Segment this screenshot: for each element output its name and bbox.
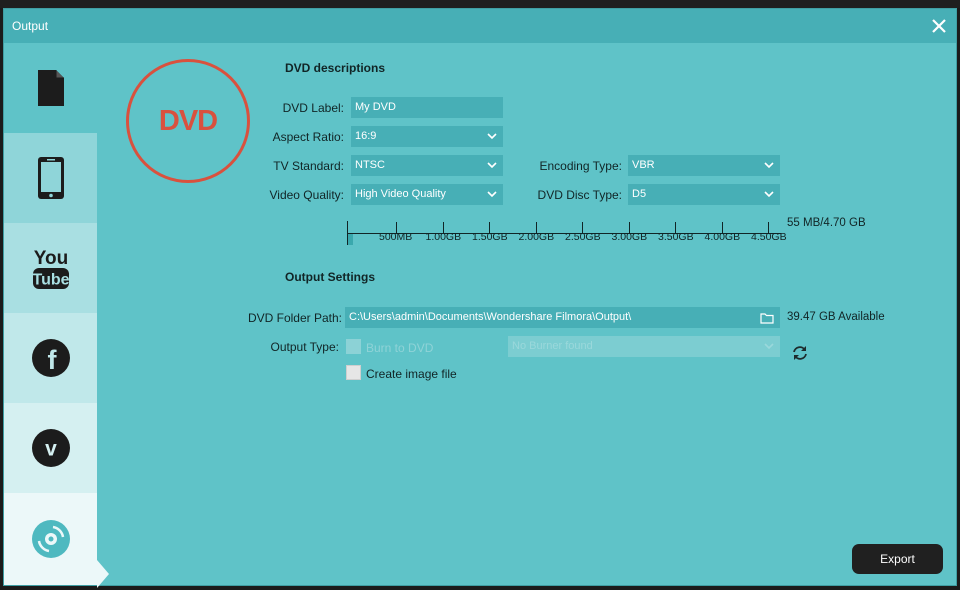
dvd-badge: DVD — [126, 59, 250, 183]
gauge-tick-label: 2.00GB — [518, 231, 555, 243]
video-quality-select[interactable]: High Video Quality — [351, 184, 503, 205]
tv-standard-value: NTSC — [355, 159, 385, 171]
encoding-type-value: VBR — [632, 159, 655, 171]
disc-capacity-gauge: 500MB 1.00GB 1.50GB 2.00GB 2.50GB 3.00GB 3.50G… — [347, 219, 787, 245]
burn-to-dvd-checkbox[interactable] — [346, 339, 361, 354]
dvd-label-label: DVD Label: — [282, 101, 344, 115]
phone-icon — [37, 157, 64, 199]
burner-select[interactable]: No Burner found — [508, 336, 780, 357]
chevron-down-icon — [487, 133, 497, 140]
window-title: Output — [12, 19, 49, 33]
close-icon — [932, 19, 946, 33]
dvd-label-input[interactable] — [351, 97, 503, 118]
burn-to-dvd-label: Burn to DVD — [366, 341, 434, 355]
chevron-down-icon — [487, 162, 497, 169]
vimeo-icon: v — [31, 429, 70, 467]
svg-text:f: f — [47, 345, 57, 375]
browse-folder-button[interactable] — [760, 311, 774, 324]
tv-standard-select[interactable]: NTSC — [351, 155, 503, 176]
gauge-tick-label: 2.50GB — [565, 231, 601, 243]
youtube-icon: You Tube — [32, 248, 69, 289]
dvd-disc-type-value: D5 — [632, 188, 647, 200]
aspect-ratio-select[interactable]: 16:9 — [351, 126, 503, 147]
folder-path-value: C:\Users\admin\Documents\Wondershare Fil… — [349, 311, 632, 323]
sidebar-item-format[interactable] — [4, 43, 97, 133]
create-image-file-label: Create image file — [366, 367, 457, 381]
svg-text:v: v — [45, 438, 57, 461]
facebook-icon: f — [31, 339, 70, 377]
gauge-tick-label: 4.00GB — [704, 231, 741, 243]
encoding-type-label: Encoding Type: — [539, 159, 622, 173]
available-space: 39.47 GB Available — [787, 311, 885, 323]
folder-path-field[interactable]: C:\Users\admin\Documents\Wondershare Fil… — [345, 307, 780, 328]
window-top-strip — [0, 0, 960, 8]
gauge-tick-label: 1.00GB — [425, 231, 462, 243]
gauge-tick-label: 3.00GB — [611, 231, 648, 243]
folder-path-label: DVD Folder Path: — [247, 311, 342, 325]
chevron-down-icon — [764, 191, 774, 198]
dvd-descriptions-heading: DVD descriptions — [285, 61, 386, 75]
folder-icon — [760, 313, 774, 324]
gauge-tick-label: 500MB — [379, 231, 413, 243]
close-button[interactable] — [928, 15, 950, 37]
video-quality-value: High Video Quality — [355, 188, 446, 200]
output-type-label: Output Type: — [270, 340, 340, 354]
svg-text:Tube: Tube — [32, 272, 69, 289]
sidebar-item-youtube[interactable]: You Tube — [4, 223, 97, 313]
sidebar-item-facebook[interactable]: f — [4, 313, 97, 403]
active-indicator-arrow — [97, 560, 109, 588]
export-button[interactable]: Export — [852, 544, 943, 574]
capacity-summary: 55 MB/4.70 GB — [787, 217, 866, 229]
document-icon — [37, 70, 64, 106]
format-sidebar: You Tube f v — [4, 43, 109, 588]
output-window: Output You Tube f v DVD DVD descriptions… — [3, 8, 957, 588]
burner-value: No Burner found — [512, 340, 593, 352]
output-settings-heading: Output Settings — [285, 270, 375, 284]
chevron-down-icon — [487, 191, 497, 198]
dvd-badge-text: DVD — [158, 104, 218, 137]
title-bar: Output — [4, 9, 956, 43]
refresh-burners-button[interactable] — [792, 345, 808, 361]
gauge-tick-label: 4.50GB — [751, 231, 787, 243]
aspect-ratio-value: 16:9 — [355, 130, 377, 142]
create-image-file-checkbox[interactable] — [346, 365, 361, 380]
video-quality-label: Video Quality: — [269, 188, 345, 202]
sidebar-item-vimeo[interactable]: v — [4, 403, 97, 493]
refresh-icon — [793, 346, 807, 360]
tv-standard-label: TV Standard: — [273, 159, 344, 173]
aspect-ratio-label: Aspect Ratio: — [272, 130, 344, 144]
sidebar-item-dvd[interactable] — [4, 493, 97, 585]
gauge-tick-label: 1.50GB — [472, 231, 508, 243]
dvd-disc-icon — [31, 520, 70, 558]
encoding-type-select[interactable]: VBR — [628, 155, 780, 176]
chevron-down-icon — [764, 343, 774, 350]
dvd-disc-type-select[interactable]: D5 — [628, 184, 780, 205]
dvd-disc-type-label: DVD Disc Type: — [537, 188, 622, 202]
chevron-down-icon — [764, 162, 774, 169]
gauge-used-fill — [348, 234, 354, 245]
sidebar-item-device[interactable] — [4, 133, 97, 223]
gauge-tick-label: 3.50GB — [658, 231, 694, 243]
svg-text:You: You — [33, 248, 67, 269]
